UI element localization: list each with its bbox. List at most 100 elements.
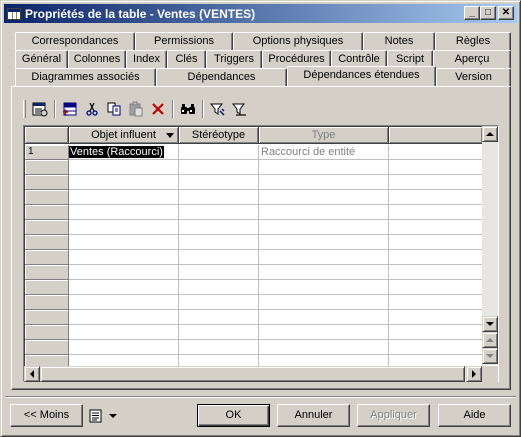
cell-type[interactable] bbox=[259, 340, 389, 355]
table-row[interactable] bbox=[25, 325, 483, 340]
tab-cles[interactable]: Clés bbox=[167, 50, 206, 68]
scroll-thumb[interactable] bbox=[40, 366, 465, 382]
row-number[interactable] bbox=[25, 160, 69, 175]
table-row[interactable]: 1 Ventes (Raccourci) Raccourci de entité bbox=[25, 145, 483, 160]
cell-type[interactable] bbox=[259, 160, 389, 175]
cell-stereotype[interactable] bbox=[179, 205, 259, 220]
column-header-type[interactable]: Type bbox=[259, 127, 389, 144]
minimize-button[interactable]: _ bbox=[464, 6, 480, 20]
cell-stereotype[interactable] bbox=[179, 250, 259, 265]
table-row[interactable] bbox=[25, 250, 483, 265]
cell-objet-influent[interactable] bbox=[69, 340, 179, 355]
table-row[interactable] bbox=[25, 160, 483, 175]
table-row[interactable] bbox=[25, 280, 483, 295]
row-number[interactable] bbox=[25, 265, 69, 280]
row-number[interactable] bbox=[25, 280, 69, 295]
tab-options-physiques[interactable]: Options physiques bbox=[233, 32, 363, 50]
copy-icon[interactable] bbox=[103, 98, 125, 120]
add-rows-icon[interactable] bbox=[59, 98, 81, 120]
cell-type[interactable] bbox=[259, 280, 389, 295]
properties-icon[interactable] bbox=[29, 98, 51, 120]
tab-dependances-etendues[interactable]: Dépendances étendues bbox=[287, 66, 436, 86]
tab-version[interactable]: Version bbox=[436, 68, 511, 86]
cell-stereotype[interactable] bbox=[179, 265, 259, 280]
table-row[interactable] bbox=[25, 265, 483, 280]
column-header-objet-influent[interactable]: Objet influent bbox=[69, 127, 179, 144]
row-number[interactable] bbox=[25, 205, 69, 220]
table-row[interactable] bbox=[25, 340, 483, 355]
horizontal-scrollbar[interactable] bbox=[24, 366, 482, 382]
tab-general[interactable]: Général bbox=[15, 50, 68, 68]
delete-icon[interactable] bbox=[147, 98, 169, 120]
cell-type[interactable] bbox=[259, 190, 389, 205]
list-menu-button[interactable] bbox=[89, 406, 125, 426]
tab-regles[interactable]: Règles bbox=[435, 32, 511, 50]
cell-type[interactable] bbox=[259, 265, 389, 280]
cell-objet-influent[interactable] bbox=[69, 220, 179, 235]
cancel-button[interactable]: Annuler bbox=[277, 404, 350, 427]
cell-stereotype[interactable] bbox=[179, 190, 259, 205]
tab-diagrammes-associes[interactable]: Diagrammes associés bbox=[15, 68, 156, 86]
table-row[interactable] bbox=[25, 190, 483, 205]
row-number[interactable] bbox=[25, 220, 69, 235]
cell-objet-influent[interactable] bbox=[69, 280, 179, 295]
tab-triggers[interactable]: Triggers bbox=[206, 50, 262, 68]
table-row[interactable] bbox=[25, 205, 483, 220]
cut-icon[interactable] bbox=[81, 98, 103, 120]
tab-index[interactable]: Index bbox=[126, 50, 167, 68]
cell-type[interactable] bbox=[259, 325, 389, 340]
apply-button[interactable]: Appliquer bbox=[357, 404, 430, 427]
cell-type[interactable] bbox=[259, 175, 389, 190]
chevron-down-icon[interactable] bbox=[166, 133, 174, 138]
cell-objet-influent[interactable] bbox=[69, 295, 179, 310]
cell-objet-influent[interactable] bbox=[69, 265, 179, 280]
cell-type[interactable] bbox=[259, 310, 389, 325]
tab-dependances[interactable]: Dépendances bbox=[156, 68, 287, 86]
cell-type[interactable]: Raccourci de entité bbox=[259, 145, 389, 160]
row-number[interactable] bbox=[25, 250, 69, 265]
tab-notes[interactable]: Notes bbox=[363, 32, 435, 50]
scroll-up-button[interactable] bbox=[482, 126, 498, 142]
cell-stereotype[interactable] bbox=[179, 235, 259, 250]
moins-button[interactable]: << Moins bbox=[10, 404, 83, 427]
cell-objet-influent[interactable]: Ventes (Raccourci) bbox=[69, 145, 179, 160]
cell-objet-influent[interactable] bbox=[69, 325, 179, 340]
row-number[interactable] bbox=[25, 295, 69, 310]
cell-stereotype[interactable] bbox=[179, 220, 259, 235]
cell-stereotype[interactable] bbox=[179, 295, 259, 310]
cell-stereotype[interactable] bbox=[179, 340, 259, 355]
scroll-page-down-button[interactable] bbox=[482, 348, 498, 364]
table-row[interactable] bbox=[25, 310, 483, 325]
cell-stereotype[interactable] bbox=[179, 310, 259, 325]
cell-stereotype[interactable] bbox=[179, 160, 259, 175]
tab-colonnes[interactable]: Colonnes bbox=[68, 50, 126, 68]
cell-objet-influent[interactable] bbox=[69, 205, 179, 220]
paste-icon[interactable] bbox=[125, 98, 147, 120]
row-number[interactable] bbox=[25, 235, 69, 250]
cell-type[interactable] bbox=[259, 205, 389, 220]
cell-objet-influent[interactable] bbox=[69, 235, 179, 250]
cell-stereotype[interactable] bbox=[179, 145, 259, 160]
help-button[interactable]: Aide bbox=[438, 404, 511, 427]
cell-type[interactable] bbox=[259, 295, 389, 310]
tab-apercu[interactable]: Aperçu bbox=[433, 50, 511, 68]
column-header-stereotype[interactable]: Stéréotype bbox=[179, 127, 259, 144]
filter-icon[interactable] bbox=[207, 98, 229, 120]
cell-stereotype[interactable] bbox=[179, 325, 259, 340]
vertical-scrollbar[interactable] bbox=[482, 126, 498, 365]
scroll-page-up-button[interactable] bbox=[482, 332, 498, 348]
scroll-down-button[interactable] bbox=[482, 316, 498, 332]
tab-permissions[interactable]: Permissions bbox=[135, 32, 233, 50]
cell-stereotype[interactable] bbox=[179, 175, 259, 190]
cell-type[interactable] bbox=[259, 220, 389, 235]
find-icon[interactable] bbox=[177, 98, 199, 120]
cell-objet-influent[interactable] bbox=[69, 250, 179, 265]
tab-correspondances[interactable]: Correspondances bbox=[15, 32, 135, 50]
scroll-right-button[interactable] bbox=[466, 366, 482, 382]
filter-clear-icon[interactable] bbox=[229, 98, 251, 120]
cell-objet-influent[interactable] bbox=[69, 190, 179, 205]
scroll-left-button[interactable] bbox=[24, 366, 40, 382]
row-number[interactable] bbox=[25, 340, 69, 355]
maximize-button[interactable]: □ bbox=[480, 6, 496, 20]
table-row[interactable] bbox=[25, 175, 483, 190]
